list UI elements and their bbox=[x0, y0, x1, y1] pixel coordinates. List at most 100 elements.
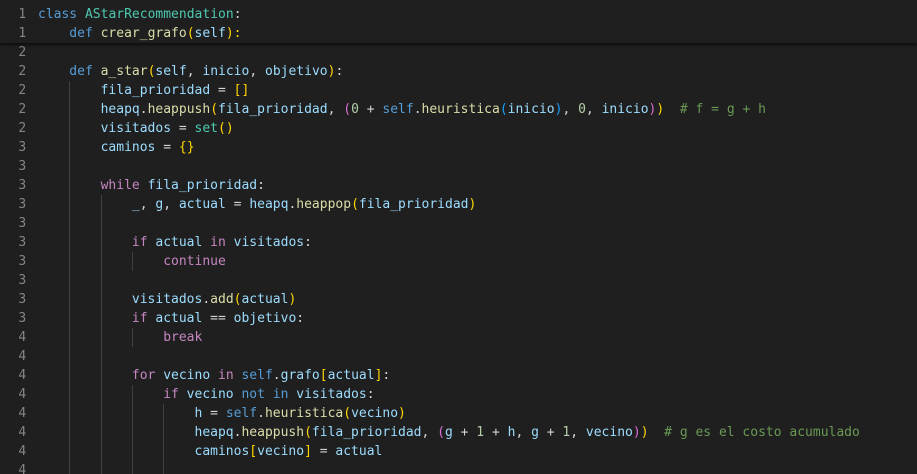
code-line[interactable]: 26 def a_star(self, inicio, objetivo): bbox=[0, 62, 917, 81]
code-line[interactable]: 32 while fila_prioridad: bbox=[0, 176, 917, 195]
indent-guide bbox=[69, 385, 71, 404]
indent-guide bbox=[69, 119, 71, 138]
code-line[interactable]: 38 visitados.add(actual) bbox=[0, 290, 917, 309]
indent-guide bbox=[100, 328, 102, 347]
indent-guide bbox=[163, 404, 165, 423]
code-line[interactable]: 40 break bbox=[0, 328, 917, 347]
code-token: actual bbox=[155, 235, 203, 250]
code-token: . bbox=[139, 102, 148, 117]
code-token: break bbox=[163, 330, 203, 345]
line-number-text: 46 bbox=[18, 444, 26, 459]
indent-guide bbox=[100, 347, 102, 366]
code-token: if bbox=[131, 311, 156, 326]
code-token: # f = g + h bbox=[664, 102, 766, 117]
code-token: add bbox=[210, 292, 234, 307]
code-line[interactable]: 34 bbox=[0, 214, 917, 233]
code-token: {} bbox=[178, 140, 195, 155]
code-token: + bbox=[358, 102, 383, 117]
code-token: , bbox=[585, 102, 602, 117]
code-line[interactable]: 30 caminos = {} bbox=[0, 138, 917, 157]
code-token: = bbox=[225, 197, 250, 212]
code-token: , bbox=[570, 425, 586, 440]
code-line[interactable]: 46 caminos[vecino] = actual bbox=[0, 442, 917, 461]
line-number: 46 bbox=[0, 442, 26, 461]
code-line[interactable]: 45 heapq.heappush(fila_prioridad, (g + 1 … bbox=[0, 423, 917, 442]
code-token: vecino bbox=[351, 406, 399, 421]
indent-guide bbox=[100, 290, 102, 309]
code-line[interactable]: 41 bbox=[0, 347, 917, 366]
code-line[interactable]: 43 if vecino not in visitados: bbox=[0, 385, 917, 404]
code-token: , bbox=[249, 64, 265, 79]
code-line[interactable]: 42 for vecino in self.grafo[actual]: bbox=[0, 366, 917, 385]
code-line[interactable]: 25 bbox=[0, 43, 917, 62]
code-token: _ bbox=[131, 197, 140, 212]
code-line[interactable]: 29 visitados = set() bbox=[0, 119, 917, 138]
indent-guide bbox=[69, 404, 71, 423]
code-token: . bbox=[257, 406, 265, 421]
code-token: a_star bbox=[100, 64, 148, 79]
code-token: caminos bbox=[194, 444, 250, 459]
code-line[interactable]: 39 if actual == objetivo: bbox=[0, 309, 917, 328]
code-line[interactable]: 19 def crear_grafo(self): bbox=[0, 24, 917, 43]
code-token: vecino bbox=[585, 425, 633, 440]
line-number: 28 bbox=[0, 100, 26, 119]
indent-guide bbox=[69, 271, 71, 290]
code-token: . bbox=[413, 102, 422, 117]
code-token: vecino bbox=[257, 444, 305, 459]
code-text: if vecino not in visitados: bbox=[163, 385, 374, 404]
code-token: heappush bbox=[241, 425, 305, 440]
code-token: ) bbox=[640, 425, 649, 440]
code-token: = bbox=[202, 406, 226, 421]
code-line[interactable]: 33 _, g, actual = heapq.heappop(fila_prio… bbox=[0, 195, 917, 214]
code-token: ) bbox=[632, 425, 641, 440]
line-number: 34 bbox=[0, 214, 26, 233]
indent-guide bbox=[69, 461, 71, 474]
line-number: 35 bbox=[0, 233, 26, 252]
line-number-text: 36 bbox=[18, 254, 26, 269]
code-text: heapq.heappush(fila_prioridad, (0 + self… bbox=[101, 100, 766, 119]
line-number: 33 bbox=[0, 195, 26, 214]
code-token: 1 bbox=[476, 425, 485, 440]
code-token: , bbox=[163, 197, 179, 212]
indent-guide bbox=[100, 271, 102, 290]
code-line[interactable]: 37 bbox=[0, 271, 917, 290]
code-line[interactable]: 27 fila_prioridad = [] bbox=[0, 81, 917, 100]
line-number: 30 bbox=[0, 138, 26, 157]
line-number: 43 bbox=[0, 385, 26, 404]
indent-guide bbox=[163, 442, 165, 461]
code-token: fila_prioridad bbox=[358, 197, 469, 212]
code-token: ) bbox=[468, 197, 477, 212]
code-token: 0 bbox=[351, 102, 359, 117]
line-number-text: 34 bbox=[18, 216, 26, 231]
code-line[interactable]: 36 continue bbox=[0, 252, 917, 271]
code-token: heappush bbox=[147, 102, 211, 117]
code-token: ( bbox=[210, 102, 219, 117]
code-token: objetivo bbox=[265, 64, 328, 79]
code-token: 0 bbox=[578, 102, 586, 117]
code-token: continue bbox=[163, 254, 226, 269]
code-text: break bbox=[163, 328, 202, 347]
code-line[interactable]: 31 bbox=[0, 157, 917, 176]
code-line[interactable]: 13 class AStarRecommendation: bbox=[0, 5, 917, 24]
code-line[interactable]: 47 bbox=[0, 461, 917, 474]
code-line[interactable]: 28 heapq.heappush(fila_prioridad, (0 + se… bbox=[0, 100, 917, 119]
code-token: + bbox=[452, 425, 477, 440]
line-number: 40 bbox=[0, 328, 26, 347]
code-token: [ bbox=[249, 444, 258, 459]
code-token: actual bbox=[155, 311, 203, 326]
indent-guide bbox=[131, 423, 133, 442]
line-number-text: 25 bbox=[18, 45, 26, 60]
code-token: [] bbox=[233, 83, 250, 98]
code-token: caminos bbox=[100, 140, 156, 155]
code-line[interactable]: 35 if actual in visitados: bbox=[0, 233, 917, 252]
code-token: ] bbox=[304, 444, 312, 459]
indent-guide bbox=[131, 328, 133, 347]
code-token: visitados bbox=[233, 235, 305, 250]
code-line[interactable]: 44 h = self.heuristica(vecino) bbox=[0, 404, 917, 423]
code-token: heuristica bbox=[264, 406, 344, 421]
code-editor[interactable]: 13 class AStarRecommendation: 19 def crear_… bbox=[0, 0, 917, 474]
code-token: = bbox=[155, 140, 179, 155]
indent-guide bbox=[69, 176, 71, 195]
indent-guide bbox=[69, 347, 71, 366]
line-number-text: 45 bbox=[18, 425, 26, 440]
